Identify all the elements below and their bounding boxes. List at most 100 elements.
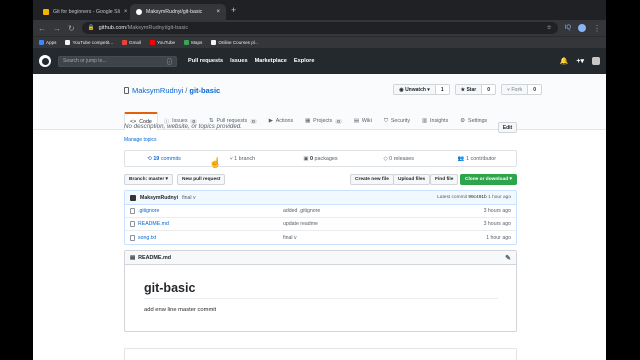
find-file-button[interactable]: Find file xyxy=(430,174,459,185)
readme-heading: git-basic xyxy=(144,281,498,299)
url-input[interactable]: 🔒 github.com/MaksymRudnyi/git-basic ☆ xyxy=(81,22,558,34)
new-pull-request-button[interactable]: New pull request xyxy=(177,174,226,185)
chevron-down-icon: ▾ xyxy=(165,177,168,182)
url-path: /MaksymRudnyi/git-basic xyxy=(126,25,189,31)
file-name-link[interactable]: .gitignore xyxy=(138,208,283,214)
nav-issues[interactable]: Issues xyxy=(230,58,247,64)
bookmark-label: Gmail xyxy=(129,40,142,45)
commits-link[interactable]: ⟲ 19 commits xyxy=(125,156,203,162)
repo-owner-link[interactable]: MaksymRudnyi xyxy=(132,86,183,95)
create-new-file-button[interactable]: Create new file xyxy=(350,174,394,185)
unwatch-label: Unwatch xyxy=(405,86,426,93)
bookmark-label: YouTube competit... xyxy=(72,40,114,45)
fork-button[interactable]: ⑂ Fork xyxy=(501,85,529,94)
file-name-link[interactable]: README.md xyxy=(138,221,283,227)
manage-topics-link[interactable]: Manage topics xyxy=(124,137,157,143)
table-row: .gitignore added .gitignore 3 hours ago xyxy=(125,205,516,218)
contributor-count: 1 contributor xyxy=(466,155,496,162)
branch-select-button[interactable]: Branch: master ▾ xyxy=(124,174,173,185)
numbers-summary: ⟲ 19 commits ⑂ 1 branch ▣ 0 packages ◇ 0… xyxy=(124,150,517,167)
repo-description: No description, website, or topics provi… xyxy=(124,123,242,130)
watch-count[interactable]: 1 xyxy=(435,85,449,94)
unwatch-button[interactable]: ◉ Unwatch ▾ xyxy=(394,85,436,94)
forward-icon[interactable]: → xyxy=(53,24,61,33)
reload-icon[interactable]: ↻ xyxy=(68,24,75,33)
file-navigation: Branch: master ▾ New pull request Create… xyxy=(124,174,517,185)
fork-count[interactable]: 0 xyxy=(528,85,541,94)
bookmark-online-courses[interactable]: Online Courses pl... xyxy=(211,40,259,45)
commit-author-link[interactable]: MaksymRudnyi xyxy=(140,195,178,201)
file-table: MaksymRudnyi final v Latest commit 99c49… xyxy=(124,190,517,245)
github-logo-icon[interactable] xyxy=(39,55,51,67)
browser-window: Git for beginners - Google Sli × MaksymR… xyxy=(33,0,606,360)
edit-button[interactable]: Edit xyxy=(498,122,517,133)
tab-count: 0 xyxy=(335,118,342,124)
browser-tab-github[interactable]: MaksymRudnyi/git-basic × xyxy=(130,4,226,20)
clone-or-download-button[interactable]: Clone or download ▾ xyxy=(460,174,517,185)
contributors-link[interactable]: 👥 1 contributor xyxy=(438,156,516,162)
profile-icon[interactable] xyxy=(578,24,586,32)
bookmark-youtube-competit[interactable]: YouTube competit... xyxy=(65,40,113,45)
latest-commit-bar: MaksymRudnyi final v Latest commit 99c49… xyxy=(125,191,516,205)
tab-projects[interactable]: ▦ Projects 0 xyxy=(299,112,348,130)
repo-book-icon xyxy=(124,87,129,94)
search-input[interactable]: Search or jump to... / xyxy=(58,55,177,67)
nav-marketplace[interactable]: Marketplace xyxy=(255,58,287,64)
tab-label: Wiki xyxy=(361,118,372,124)
tab-security[interactable]: ⛉ Security xyxy=(378,112,416,130)
slides-icon xyxy=(43,9,49,15)
bookmark-label: Maps xyxy=(191,40,203,45)
search-placeholder: Search or jump to... xyxy=(63,58,107,64)
close-tab-icon[interactable]: × xyxy=(216,9,220,15)
apps-icon xyxy=(39,40,44,45)
path-separator: / xyxy=(185,86,188,95)
upload-files-button[interactable]: Upload files xyxy=(393,174,431,185)
nav-explore[interactable]: Explore xyxy=(294,58,315,64)
page-icon xyxy=(211,40,217,45)
packages-link[interactable]: ▣ 0 packages xyxy=(281,156,359,162)
book-icon: ▤ xyxy=(130,254,136,261)
file-name-link[interactable]: song.txt xyxy=(138,235,283,241)
bookmark-maps[interactable]: Maps xyxy=(184,40,202,45)
file-commit-message-link[interactable]: added .gitignore xyxy=(283,208,484,214)
browser-tab-slides[interactable]: Git for beginners - Google Sli × xyxy=(37,4,127,20)
packages-word: packages xyxy=(314,155,338,162)
tab-settings[interactable]: ⚙ Settings xyxy=(454,112,493,130)
bookmark-apps[interactable]: Apps xyxy=(39,40,56,45)
create-new-icon[interactable]: +▾ xyxy=(576,57,584,65)
tab-insights[interactable]: ▥ Insights xyxy=(416,112,454,130)
fork-label: Fork xyxy=(511,86,523,93)
file-commit-message-link[interactable]: final v xyxy=(283,235,486,241)
star-button[interactable]: ★ Star xyxy=(455,85,483,94)
avatar[interactable] xyxy=(130,194,136,201)
bookmark-youtube[interactable]: YouTube xyxy=(150,40,175,45)
commit-message-link[interactable]: final v xyxy=(182,195,196,201)
commit-sha-link[interactable]: 99c491b xyxy=(468,195,486,200)
file-commit-message-link[interactable]: update readme xyxy=(283,221,484,227)
tab-wiki[interactable]: ▤ Wiki xyxy=(348,112,378,130)
new-tab-icon[interactable]: + xyxy=(231,5,236,15)
file-icon xyxy=(130,208,135,214)
branch-label: Branch: master xyxy=(129,177,165,182)
extension-icon[interactable]: IQ xyxy=(565,25,571,31)
releases-link[interactable]: ◇ 0 releases xyxy=(360,156,438,162)
tab-count: 0 xyxy=(250,118,257,124)
edit-pencil-icon[interactable]: ✎ xyxy=(505,254,511,262)
readme-header: ▤ README.md ✎ xyxy=(125,251,516,265)
star-count[interactable]: 0 xyxy=(482,85,495,94)
address-bar-row: ← → ↻ 🔒 github.com/MaksymRudnyi/git-basi… xyxy=(33,20,606,36)
repo-title: MaksymRudnyi / git-basic xyxy=(124,86,220,95)
close-tab-icon[interactable]: × xyxy=(124,9,128,15)
back-icon[interactable]: ← xyxy=(38,24,46,33)
tab-actions[interactable]: ▶ Actions xyxy=(263,112,299,130)
menu-icon[interactable]: ⋮ xyxy=(593,24,601,33)
repo-name-link[interactable]: git-basic xyxy=(189,86,220,95)
fork-group: ⑂ Fork 0 xyxy=(500,84,542,95)
nav-pull-requests[interactable]: Pull requests xyxy=(188,58,223,64)
bookmark-label: Online Courses pl... xyxy=(218,40,259,45)
bookmark-star-icon[interactable]: ☆ xyxy=(547,25,552,31)
notifications-bell-icon[interactable]: 🔔 xyxy=(560,57,569,65)
avatar[interactable] xyxy=(592,57,600,65)
bookmark-gmail[interactable]: Gmail xyxy=(122,40,141,45)
bookmarks-bar: Apps YouTube competit... Gmail YouTube M… xyxy=(33,36,606,48)
